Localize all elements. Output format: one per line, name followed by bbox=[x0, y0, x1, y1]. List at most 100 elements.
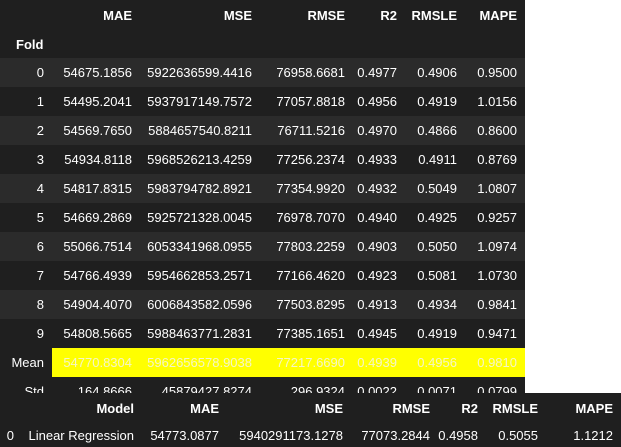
table-row: 0 54675.1856 5922636599.4416 76958.6681 0.49… bbox=[0, 58, 525, 87]
column-header-rmse: RMSE bbox=[307, 8, 345, 23]
table-cell: 1.0156 bbox=[477, 94, 517, 109]
row-index-label: 0 bbox=[6, 427, 14, 443]
table-cell: 5937917149.7572 bbox=[147, 94, 252, 109]
row-index-label: 5 bbox=[36, 210, 44, 225]
table-row: 8 54904.4070 6006843582.0596 77503.8295 0.49… bbox=[0, 290, 525, 319]
table-row: 6 55066.7514 6053341968.0955 77803.2259 0.49… bbox=[0, 232, 525, 261]
row-index-label: 4 bbox=[36, 181, 44, 196]
corner-cell bbox=[0, 393, 22, 423]
table-cell: 0.4913 bbox=[357, 297, 397, 312]
index-name-label: Fold bbox=[16, 37, 44, 52]
column-header-rmse: RMSE bbox=[392, 400, 430, 416]
table-cell: 0.5050 bbox=[417, 239, 457, 254]
table-cell: 0.9257 bbox=[477, 210, 517, 225]
table-cell: 5940291173.1278 bbox=[239, 427, 343, 443]
column-header-mae: MAE bbox=[190, 400, 219, 416]
table-cell: 54675.1856 bbox=[63, 65, 132, 80]
table-cell: 0.9500 bbox=[477, 65, 517, 80]
table-cell: 55066.7514 bbox=[63, 239, 132, 254]
table-header-row: Model MAE MSE RMSE R2 RMSLE MAPE bbox=[0, 393, 621, 423]
table-cell: 0.4956 bbox=[357, 94, 397, 109]
row-index-label: 0 bbox=[36, 65, 44, 80]
table-cell: 0.9841 bbox=[477, 297, 517, 312]
table-row: 0 Linear Regression 54773.0877 5940291173.1… bbox=[0, 423, 621, 447]
column-header-model: Model bbox=[96, 400, 134, 416]
row-index-label: 9 bbox=[36, 326, 44, 341]
table-cell: 0.5055 bbox=[498, 427, 538, 443]
column-header-rmsle: RMSLE bbox=[492, 400, 539, 416]
table-cell: 0.4977 bbox=[357, 65, 397, 80]
table-row: 1 54495.2041 5937917149.7572 77057.8818 0.49… bbox=[0, 87, 525, 116]
table-cell: 54495.2041 bbox=[63, 94, 132, 109]
table-cell: 0.4934 bbox=[417, 297, 457, 312]
index-name-row: Fold bbox=[0, 31, 525, 58]
table-cell: 1.0730 bbox=[477, 268, 517, 283]
table-cell: 0.5049 bbox=[417, 181, 457, 196]
column-header-mape: MAPE bbox=[479, 8, 517, 23]
table-cell: 5968526213.4259 bbox=[147, 152, 252, 167]
table-cell: 0.4919 bbox=[417, 326, 457, 341]
table-row: 9 54808.5665 5988463771.2831 77385.1651 0.49… bbox=[0, 319, 525, 348]
row-index-label: 7 bbox=[36, 268, 44, 283]
table-cell: 77217.6690 bbox=[260, 348, 353, 377]
table-cell: 54817.8315 bbox=[63, 181, 132, 196]
cv-results-output: MAE MSE RMSE R2 RMSLE MAPE Fold 0 54675.1… bbox=[0, 0, 525, 406]
table-cell: 0.4903 bbox=[357, 239, 397, 254]
table-cell: 54808.5665 bbox=[63, 326, 132, 341]
table-cell: 54934.8118 bbox=[64, 152, 132, 167]
column-header-mse: MSE bbox=[314, 400, 343, 416]
table-cell: 54904.4070 bbox=[63, 297, 132, 312]
table-cell: 76958.6681 bbox=[276, 65, 345, 80]
table-cell: 76978.7070 bbox=[276, 210, 345, 225]
table-cell: 0.4933 bbox=[357, 152, 397, 167]
table-header-row: MAE MSE RMSE R2 RMSLE MAPE bbox=[0, 0, 525, 31]
table-cell: 77057.8818 bbox=[276, 94, 345, 109]
table-cell: 76711.5216 bbox=[277, 123, 345, 138]
table-cell: 0.4956 bbox=[405, 348, 465, 377]
table-cell: 5884657540.8211 bbox=[148, 123, 252, 138]
table-cell: 0.4945 bbox=[357, 326, 397, 341]
table-cell: 77803.2259 bbox=[276, 239, 345, 254]
table-row: Mean 54770.8304 5962656578.9038 77217.6690 0… bbox=[0, 348, 525, 377]
table-cell: 5922636599.4416 bbox=[147, 65, 252, 80]
row-index-label: 8 bbox=[36, 297, 44, 312]
table-cell: 5925721328.0045 bbox=[147, 210, 252, 225]
column-header-r2: R2 bbox=[380, 8, 397, 23]
table-cell: 77073.2844 bbox=[361, 427, 430, 443]
table-cell: 1.0807 bbox=[477, 181, 517, 196]
table-cell: 0.4925 bbox=[417, 210, 457, 225]
table-cell: 0.5081 bbox=[417, 268, 457, 283]
table-cell: 0.4923 bbox=[357, 268, 397, 283]
column-header-rmsle: RMSLE bbox=[411, 8, 458, 23]
table-cell: 0.4940 bbox=[357, 210, 397, 225]
table-cell: 54766.4939 bbox=[63, 268, 132, 283]
table-row: 4 54817.8315 5983794782.8921 77354.9920 0.49… bbox=[0, 174, 525, 203]
table-cell: 0.8769 bbox=[477, 152, 517, 167]
table-cell: 1.0974 bbox=[477, 239, 517, 254]
column-header-r2: R2 bbox=[461, 400, 478, 416]
column-header-mse: MSE bbox=[223, 8, 252, 23]
table-cell: 0.9471 bbox=[477, 326, 517, 341]
table-row: 5 54669.2869 5925721328.0045 76978.7070 0.49… bbox=[0, 203, 525, 232]
table-cell: 0.9810 bbox=[465, 348, 525, 377]
table-cell: 77256.2374 bbox=[276, 152, 345, 167]
column-header-mae: MAE bbox=[103, 8, 132, 23]
row-index-label: 1 bbox=[36, 94, 44, 109]
table-cell: 77354.9920 bbox=[276, 181, 345, 196]
row-index-label: 3 bbox=[36, 152, 44, 167]
model-name-cell: Linear Regression bbox=[28, 427, 134, 443]
table-cell: 54773.0877 bbox=[150, 427, 219, 443]
table-cell: 1.1212 bbox=[573, 427, 613, 443]
table-row: 2 54569.7650 5884657540.8211 76711.5216 0.49… bbox=[0, 116, 525, 145]
corner-cell bbox=[0, 0, 52, 31]
table-cell: 54770.8304 bbox=[52, 348, 140, 377]
table-row: 3 54934.8118 5968526213.4259 77256.2374 0.49… bbox=[0, 145, 525, 174]
table-cell: 0.4970 bbox=[357, 123, 397, 138]
table-cell: 6006843582.0596 bbox=[147, 297, 252, 312]
table-row: 7 54766.4939 5954662853.2571 77166.4620 0.49… bbox=[0, 261, 525, 290]
table-cell: 0.4866 bbox=[417, 123, 457, 138]
table-cell: 0.4932 bbox=[357, 181, 397, 196]
table-cell: 0.4939 bbox=[353, 348, 405, 377]
column-header-mape: MAPE bbox=[575, 400, 613, 416]
table-cell: 0.4919 bbox=[417, 94, 457, 109]
